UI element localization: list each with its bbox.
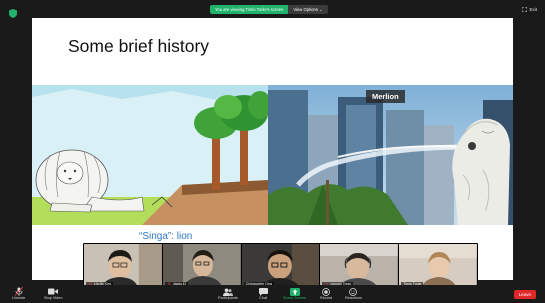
reactions-label: Reactions [345,296,362,300]
zoom-meeting-window: You are viewing Timlo Tonle's screen Vie… [0,0,545,303]
view-options-button[interactable]: View Options ⌄ [288,5,328,14]
stop-video-label: Stop Video [44,296,63,300]
merlion-label: Merlion [366,90,405,103]
share-screen-label: Share Screen [283,296,307,300]
meeting-toolbar: Unmute Stop Video Participants Chat Shar… [0,285,545,303]
participant-video-strip: 🎙 Lin-lin Kim 🎙 Jacky Li [83,243,478,289]
unmute-button[interactable]: Unmute [12,287,25,300]
chat-label: Chat [258,296,268,300]
screen-share-banner: You are viewing Timlo Tonle's screen Vie… [210,5,328,14]
video-camera-icon [48,287,59,296]
chat-icon [258,287,268,296]
exit-fullscreen-label: Exit [529,7,537,12]
participants-icon [222,287,233,296]
exit-fullscreen-button[interactable]: Exit [522,7,537,12]
merlion-photo-image [268,85,513,225]
record-button[interactable]: Record [320,287,332,300]
video-tile[interactable]: 🎙 Lincoln Tong [320,244,399,288]
reactions-icon [348,287,358,296]
slide-title: Some brief history [68,36,210,56]
leave-button[interactable]: Leave [513,290,536,299]
record-label: Record [320,296,333,300]
slide-caption: “Singa”: lion [139,231,193,242]
shared-screen-slide: Some brief history Merlion “Singa”: lion [32,18,513,280]
participants-label: Participants [218,296,238,300]
top-bar: You are viewing Timlo Tonle's screen Vie… [0,0,545,18]
shield-icon[interactable] [9,9,17,18]
merlion-photo: Merlion [268,85,513,225]
unmute-label: Unmute [12,296,26,300]
lion-illustration [32,85,268,225]
share-screen-button[interactable]: Share Screen [283,287,306,300]
stop-video-button[interactable]: Stop Video [44,287,63,300]
video-tile[interactable]: 🎙 Lin-lin Kim [84,244,162,288]
fullscreen-icon [522,7,528,12]
video-tile[interactable]: Christopher Ong [241,244,320,288]
video-tile[interactable]: Timlo Tonle [399,244,477,288]
share-screen-icon [289,287,300,296]
video-tile[interactable]: 🎙 Jacky Li [162,244,241,288]
participants-button[interactable]: Participants [218,287,238,300]
record-icon [321,287,331,296]
reactions-button[interactable]: Reactions [345,287,362,300]
chat-button[interactable]: Chat [258,287,268,300]
share-status-text: You are viewing Timlo Tonle's screen [210,5,289,14]
muted-mic-icon [14,287,24,296]
